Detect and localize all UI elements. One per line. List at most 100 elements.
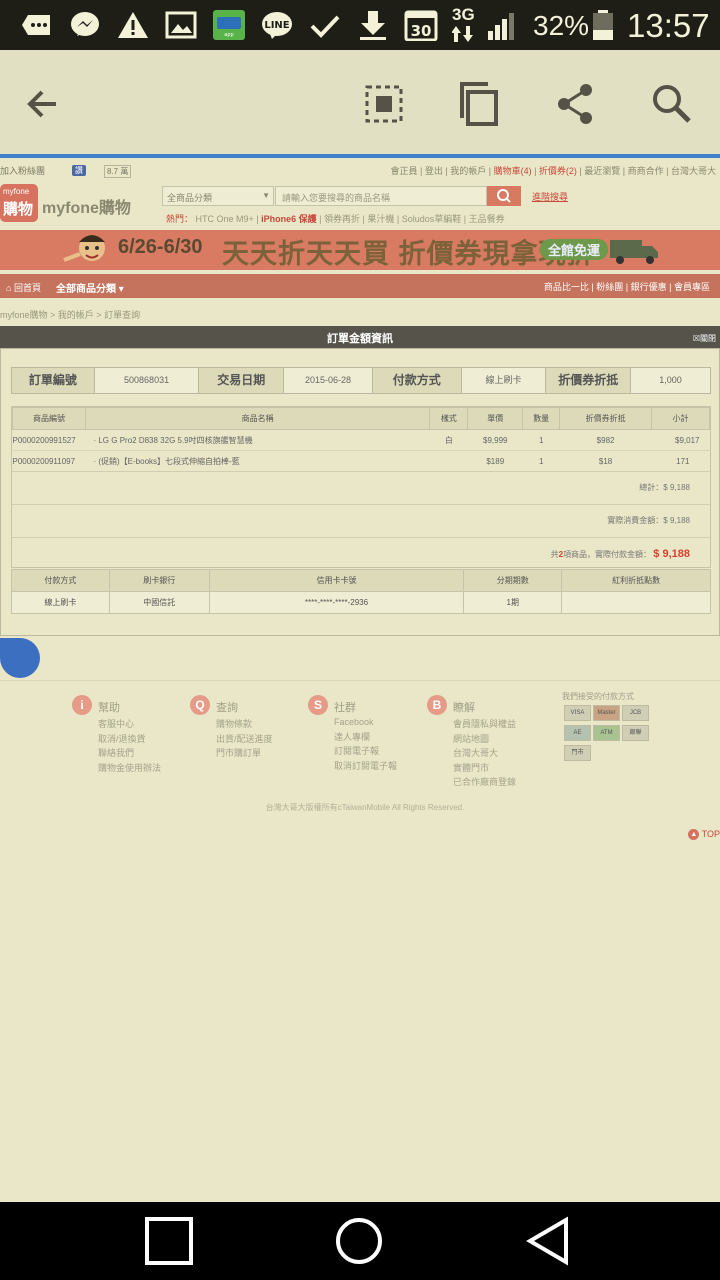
promo-banner[interactable]: 6/26-6/30 天天折天天買 折價券現拿現折 全館免運	[0, 230, 720, 270]
col-header: 紅利折抵點數	[561, 569, 711, 592]
breadcrumb-home[interactable]: myfone購物	[0, 310, 48, 320]
footer-link[interactable]: 購物金使用辦法	[98, 761, 161, 776]
search-button[interactable]	[487, 186, 521, 206]
site-logo[interactable]: myfone 購物	[0, 184, 38, 222]
hot-keyword[interactable]: 王品餐券	[469, 214, 505, 224]
nav-all-categories[interactable]: 全部商品分類 ▾	[56, 280, 124, 295]
item-style: 白	[429, 429, 468, 451]
facebook-join-link[interactable]: 加入粉絲團	[0, 164, 45, 177]
item-code: P0000200911097	[12, 450, 86, 472]
share-icon[interactable]	[550, 78, 602, 130]
top-link-coupons[interactable]: 折價券(2)	[539, 166, 577, 176]
item-price: $9,999	[467, 429, 523, 451]
search-input[interactable]: 請輸入您要搜尋的商品名稱	[275, 186, 487, 206]
signal-icon	[488, 13, 514, 40]
copy-icon[interactable]	[452, 78, 504, 130]
search-icon[interactable]	[646, 78, 698, 130]
pay-prefix: 共	[550, 550, 559, 559]
nav-home-link[interactable]: ⌂ 回首頁	[6, 281, 41, 294]
footer-link[interactable]: 已合作廠商登錄	[453, 775, 516, 790]
close-icon: ☒	[692, 334, 700, 343]
order-panel-header: 訂單金額資訊 ☒關閉	[0, 326, 720, 348]
pay-method-cell: 線上刷卡	[11, 591, 110, 614]
hot-keyword[interactable]: iPhone6 保護	[261, 214, 317, 224]
back-to-top-button[interactable]: ▲ TOP	[688, 829, 720, 841]
logo-small-text: myfone	[3, 187, 30, 196]
select-region-icon[interactable]	[358, 78, 410, 130]
footer-col-title: 社群	[334, 702, 356, 714]
battery-icon	[593, 10, 613, 40]
footer-link[interactable]: 台灣大哥大	[453, 746, 516, 761]
footer-link[interactable]: 訂閱電子報	[334, 744, 397, 759]
footer-link[interactable]: 網站地圖	[453, 732, 516, 747]
top-link-recent[interactable]: 最近瀏覽	[584, 166, 620, 176]
table-row: P0000200911097 · (促銷)【E-books】七段式伸縮自拍棒-藍…	[12, 450, 710, 472]
nav-compare-link[interactable]: 商品比一比	[544, 282, 589, 292]
footer-link[interactable]: 購物條款	[216, 717, 273, 732]
pay-total-value: $ 9,188	[653, 548, 690, 560]
top-link-partners[interactable]: 商商合作	[628, 166, 664, 176]
nav-bank-link[interactable]: 銀行優惠	[631, 282, 667, 292]
top-links-bar: 加入粉絲團 讚 8.7 萬 會正員 | 登出 | 我的帳戶 | 購物車(4) |…	[0, 164, 720, 178]
home-icon: ⌂	[6, 283, 12, 293]
store-pay-icon: 門市	[564, 745, 591, 761]
col-header: 付款方式	[11, 569, 110, 592]
pay-method-label: 付款方式	[372, 368, 462, 393]
item-name[interactable]: · (促銷)【E-books】七段式伸縮自拍棒-藍	[85, 450, 430, 472]
col-header: 刷卡銀行	[108, 569, 210, 592]
data-arrows-icon	[452, 26, 473, 42]
payment-header-row: 付款方式 刷卡銀行 信用卡卡號 分期期數 紅利折抵點數	[11, 569, 711, 592]
book-icon: B	[427, 695, 447, 715]
footer-links: 會員隱私與權益 網站地圖 台灣大哥大 實體門市 已合作廠商登錄	[453, 717, 516, 790]
footer-link[interactable]: 取消/退換貨	[98, 732, 161, 747]
footer-link[interactable]: 取消訂閱電子報	[334, 759, 397, 774]
footer-link[interactable]: 實體門市	[453, 761, 516, 776]
top-link-logout[interactable]: 登出	[425, 166, 443, 176]
footer-link[interactable]: 門市購訂單	[216, 746, 273, 761]
advanced-search-link[interactable]: 進階搜尋	[532, 190, 568, 203]
top-link-account[interactable]: 我的帳戶	[450, 166, 486, 176]
breadcrumb-account[interactable]: 我的帳戶	[58, 310, 94, 320]
recents-square-icon[interactable]	[144, 1216, 194, 1266]
footer-link[interactable]: 達人專欄	[334, 730, 397, 745]
check-icon	[310, 15, 340, 38]
hot-keyword[interactable]: 果汁機	[367, 214, 394, 224]
nav-fans-link[interactable]: 粉絲團	[596, 282, 623, 292]
coupon-value: 1,000	[659, 375, 682, 385]
back-arrow-icon[interactable]	[18, 78, 70, 130]
pay-method-value: 線上刷卡	[462, 368, 547, 393]
footer-link[interactable]: 會員隱私與權益	[453, 717, 516, 732]
message-icon	[22, 15, 50, 35]
footer-link[interactable]: 出貨/配送進度	[216, 732, 273, 747]
hot-keyword[interactable]: HTC One M9+	[196, 214, 254, 224]
actual-line: 實際消費金額：$ 9,188	[12, 504, 710, 537]
line-icon: LINE	[262, 12, 292, 39]
footer-link[interactable]: 聯絡我們	[98, 746, 161, 761]
top-link-member[interactable]: 會正員	[391, 166, 418, 176]
facebook-like-count: 8.7 萬	[104, 165, 132, 178]
back-triangle-icon[interactable]	[524, 1216, 574, 1266]
items-table: 商品編號 商品名稱 樣式 單價 數量 折價券折抵 小計 P00002009915…	[12, 407, 710, 472]
footer-link[interactable]: 客服中心	[98, 717, 161, 732]
close-label: 關閉	[700, 334, 716, 343]
item-name[interactable]: · LG G Pro2 D838 32G 5.9吋四核旗艦智慧機	[85, 429, 430, 451]
nav-member-link[interactable]: 會員專區	[674, 282, 710, 292]
item-style	[429, 450, 468, 472]
close-button[interactable]: ☒關閉	[693, 333, 716, 344]
category-select[interactable]: 全商品分類 ▼	[162, 186, 274, 206]
footer-link[interactable]: Facebook	[334, 715, 397, 730]
app-icon: app	[213, 10, 245, 40]
hot-label: 熱門：	[166, 214, 194, 224]
floating-widget[interactable]	[0, 638, 40, 678]
item-coupon: $982	[559, 429, 652, 451]
chevron-up-icon: ▲	[688, 829, 700, 841]
logo-wordmark[interactable]: myfone購物	[42, 194, 131, 218]
home-circle-icon[interactable]	[334, 1216, 384, 1266]
hot-keyword[interactable]: Soludos草編鞋	[402, 214, 462, 224]
top-link-cart[interactable]: 購物車(4)	[494, 166, 532, 176]
footer-col-title: 瞭解	[453, 702, 475, 714]
hot-keyword[interactable]: 領券再折	[324, 214, 360, 224]
facebook-like-button[interactable]: 讚	[72, 165, 86, 176]
item-code: P0000200991527	[12, 429, 86, 451]
top-link-twm[interactable]: 台灣大哥大	[671, 166, 716, 176]
